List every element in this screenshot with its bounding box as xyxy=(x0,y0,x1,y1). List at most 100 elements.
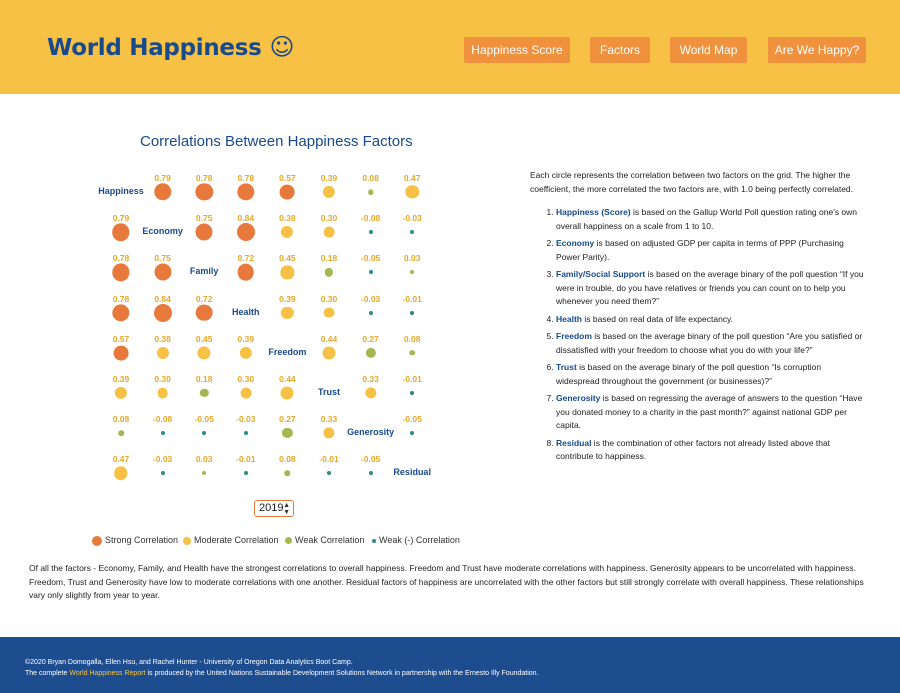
factor-text: is based on the average binary of the po… xyxy=(556,331,863,355)
correlation-circle[interactable] xyxy=(195,223,213,241)
correlation-circle[interactable] xyxy=(237,183,255,201)
correlation-circle[interactable] xyxy=(154,263,172,281)
factor-term: Trust xyxy=(556,362,577,372)
correlation-value: 0.18 xyxy=(320,253,338,264)
correlation-circle[interactable] xyxy=(202,471,207,476)
correlation-circle[interactable] xyxy=(239,346,252,359)
correlation-circle[interactable] xyxy=(280,386,294,400)
correlation-value: -0.01 xyxy=(402,374,422,384)
correlation-value: -0.05 xyxy=(360,253,381,264)
correlation-circle[interactable] xyxy=(195,304,213,321)
year-select[interactable]: 2019 ▲ ▼ xyxy=(254,500,294,517)
select-arrows-icon: ▲ ▼ xyxy=(283,502,290,516)
correlation-circle[interactable] xyxy=(112,263,130,282)
correlation-circle[interactable] xyxy=(324,268,334,277)
correlation-value: 0.75 xyxy=(195,213,213,224)
correlation-value: -0.01 xyxy=(402,293,422,304)
correlation-circle[interactable] xyxy=(322,185,336,199)
correlation-circle[interactable] xyxy=(153,183,172,201)
correlation-value: 0.57 xyxy=(112,333,130,344)
correlation-value: 0.78 xyxy=(112,253,130,264)
correlation-circle[interactable] xyxy=(113,345,129,361)
nav-are-we-happy[interactable]: Are We Happy? xyxy=(768,37,866,63)
correlation-circle[interactable] xyxy=(367,189,374,195)
correlation-value: 0.30 xyxy=(320,213,338,224)
correlation-circle[interactable] xyxy=(368,270,373,275)
correlation-circle[interactable] xyxy=(114,386,128,400)
correlation-circle[interactable] xyxy=(323,307,335,318)
correlation-circle[interactable] xyxy=(368,310,373,315)
correlation-circle[interactable] xyxy=(112,303,130,322)
correlation-circle[interactable] xyxy=(368,230,373,235)
correlation-circle[interactable] xyxy=(322,346,336,360)
correlation-circle[interactable] xyxy=(243,471,248,476)
factor-text: is the combination of other factors not … xyxy=(556,437,831,462)
correlation-value: 0.45 xyxy=(279,253,296,264)
correlation-value: -0.01 xyxy=(319,454,339,465)
correlation-circle[interactable] xyxy=(409,350,415,356)
correlation-value: 0.78 xyxy=(237,173,255,183)
correlation-circle[interactable] xyxy=(410,230,415,235)
correlation-value: 0.38 xyxy=(279,213,296,224)
correlation-circle[interactable] xyxy=(323,226,335,238)
correlation-circle[interactable] xyxy=(368,471,373,476)
correlation-circle[interactable] xyxy=(195,183,213,201)
correlation-circle[interactable] xyxy=(157,387,168,399)
correlation-circle[interactable] xyxy=(118,430,124,436)
correlation-circle[interactable] xyxy=(160,431,165,436)
correlation-value: -0.05 xyxy=(194,414,214,425)
factor-label-freedom: Freedom xyxy=(268,346,307,357)
correlation-circle[interactable] xyxy=(236,223,255,242)
factor-text: is based on the average binary of the po… xyxy=(556,362,822,386)
correlation-circle[interactable] xyxy=(410,391,415,395)
correlation-value: 0.79 xyxy=(154,173,171,183)
factor-label-residual: Residual xyxy=(393,467,431,478)
footer-credits: ©2020 Bryan Domogalla, Ellen Hsu, and Ra… xyxy=(25,659,353,666)
correlation-value: -0.05 xyxy=(360,454,381,465)
correlation-circle[interactable] xyxy=(281,306,294,319)
correlation-value: 0.45 xyxy=(195,333,213,344)
correlation-circle[interactable] xyxy=(160,471,165,476)
correlation-value: 0.08 xyxy=(403,333,421,344)
factor-label-family: Family xyxy=(189,266,219,277)
correlation-circle[interactable] xyxy=(282,428,293,439)
correlation-circle[interactable] xyxy=(240,387,252,399)
correlation-value: 0.03 xyxy=(403,253,421,264)
correlation-circle[interactable] xyxy=(327,471,331,476)
correlation-circle[interactable] xyxy=(281,226,294,239)
world-happiness-report-link[interactable]: World Happiness Report xyxy=(69,670,145,677)
correlation-circle[interactable] xyxy=(243,431,248,436)
correlation-circle[interactable] xyxy=(365,347,376,358)
correlation-circle[interactable] xyxy=(197,346,211,360)
legend-strong-dot xyxy=(92,535,102,546)
correlation-circle[interactable] xyxy=(280,265,294,279)
correlation-circle[interactable] xyxy=(364,387,377,399)
correlation-value: 0.44 xyxy=(279,374,296,384)
factor-term: Happiness (Score) xyxy=(556,207,631,217)
correlation-circle[interactable] xyxy=(202,431,207,436)
correlation-value: 0.33 xyxy=(320,414,338,425)
correlation-value: 0.38 xyxy=(154,333,171,344)
correlation-circle[interactable] xyxy=(405,185,419,199)
correlation-circle[interactable] xyxy=(323,427,335,439)
correlation-value: 0.39 xyxy=(237,333,255,344)
correlation-circle[interactable] xyxy=(410,431,415,436)
nav-world-map[interactable]: World Map xyxy=(670,37,747,63)
correlation-circle[interactable] xyxy=(200,388,209,398)
correlation-circle[interactable] xyxy=(410,270,415,275)
correlation-value: -0.08 xyxy=(360,213,381,224)
correlation-value: 0.47 xyxy=(403,173,421,183)
factor-label-health: Health xyxy=(232,306,260,317)
correlation-circle[interactable] xyxy=(153,303,172,322)
correlation-circle[interactable] xyxy=(410,310,415,315)
correlation-circle[interactable] xyxy=(279,184,295,200)
correlation-value: 0.47 xyxy=(112,454,130,465)
correlation-circle[interactable] xyxy=(114,466,128,481)
nav-happiness-score[interactable]: Happiness Score xyxy=(464,37,570,63)
correlation-value: 0.08 xyxy=(362,173,379,183)
correlation-circle[interactable] xyxy=(156,346,169,359)
correlation-circle[interactable] xyxy=(112,223,130,241)
correlation-circle[interactable] xyxy=(237,264,255,281)
correlation-circle[interactable] xyxy=(284,470,291,477)
nav-factors[interactable]: Factors xyxy=(590,37,650,63)
